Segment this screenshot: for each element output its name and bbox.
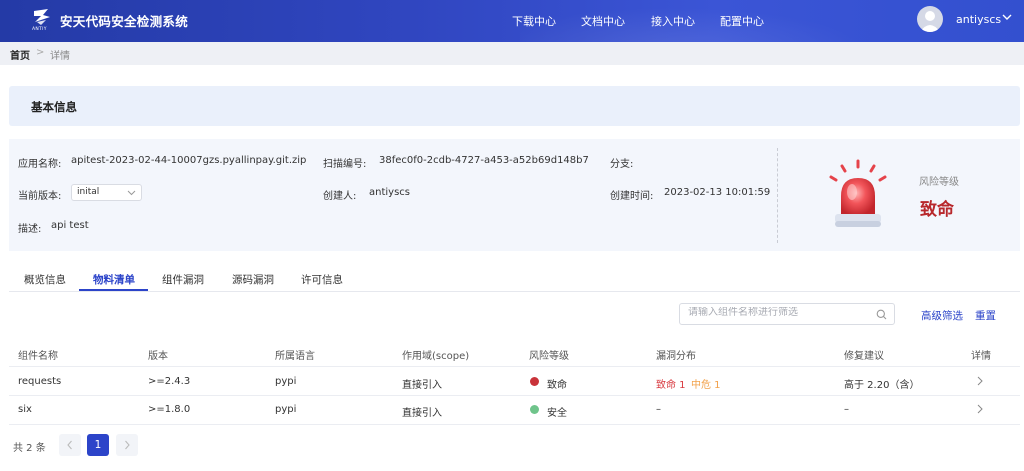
chevron-right-icon[interactable] (976, 404, 984, 414)
app-title: 安天代码安全检测系统 (60, 14, 189, 29)
component-risk: 致命 (547, 380, 567, 391)
desc-value: api test (51, 220, 89, 231)
row-divider (9, 424, 1020, 425)
version-select[interactable]: inital (71, 184, 142, 201)
column-header: 所属语言 (275, 351, 315, 362)
next-page-button[interactable] (116, 434, 138, 456)
breadcrumb-separator: > (36, 47, 45, 58)
component-scope: 直接引入 (402, 408, 442, 419)
version-label: 当前版本: (18, 191, 62, 202)
advanced-filter-button[interactable]: 高级筛选 (921, 308, 963, 323)
column-header: 详情 (971, 351, 991, 362)
breadcrumb-home[interactable]: 首页 (10, 47, 30, 62)
component-version: >=1.8.0 (148, 404, 191, 415)
search-input[interactable] (688, 307, 868, 318)
component-risk: 安全 (547, 408, 567, 419)
reset-button[interactable]: 重置 (975, 308, 996, 323)
nav-config-center[interactable]: 配置中心 (720, 13, 764, 29)
creator-value: antiyscs (369, 187, 411, 198)
column-header: 作用域(scope) (402, 351, 470, 362)
search-icon[interactable] (876, 309, 887, 320)
antiy-logo[interactable]: ANTIY (31, 8, 53, 34)
total-count: 共 2 条 (13, 443, 46, 454)
component-name: requests (18, 376, 62, 387)
branch-label: 分支: (610, 159, 634, 170)
column-header: 风险等级 (529, 351, 569, 362)
breadcrumb (0, 42, 1024, 65)
desc-label: 描述: (18, 224, 42, 235)
vuln-distribution: – (656, 404, 661, 415)
user-avatar-icon[interactable] (917, 6, 943, 32)
logo-caption: ANTIY (32, 27, 47, 32)
divider (777, 148, 778, 243)
fix-suggestion: – (844, 404, 849, 415)
column-header: 漏洞分布 (656, 351, 696, 362)
vuln-medium-count: 中危 1 (691, 380, 721, 391)
creator-label: 创建人: (323, 191, 357, 202)
basic-info-header (9, 86, 1020, 126)
tab-component-vulns[interactable]: 组件漏洞 (162, 272, 204, 287)
created-time-label: 创建时间: (610, 191, 654, 202)
chevron-right-icon[interactable] (976, 376, 984, 386)
chevron-down-icon (127, 190, 136, 196)
component-language: pypi (275, 376, 297, 387)
tab-license[interactable]: 许可信息 (301, 272, 343, 287)
nav-docs-center[interactable]: 文档中心 (581, 13, 625, 29)
component-filter[interactable] (679, 303, 895, 325)
risk-status-dot (530, 405, 539, 414)
prev-page-button[interactable] (59, 434, 81, 456)
component-scope: 直接引入 (402, 380, 442, 391)
version-select-value: inital (77, 187, 100, 197)
component-version: >=2.4.3 (148, 376, 191, 387)
scan-id-value: 38fec0f0-2cdb-4727-a453-a52b69d148b7 (379, 155, 589, 166)
chevron-left-icon (67, 440, 72, 450)
risk-status-dot (530, 377, 539, 386)
component-name: six (18, 404, 32, 415)
chevron-down-icon[interactable] (1001, 11, 1013, 23)
app-name-value: apitest-2023-02-44-10007gzs.pyallinpay.g… (71, 155, 307, 166)
section-title: 基本信息 (31, 100, 77, 114)
alarm-light-icon (826, 158, 890, 232)
user-name[interactable]: antiyscs (956, 13, 1001, 26)
tab-source-vulns[interactable]: 源码漏洞 (232, 272, 274, 287)
scan-id-label: 扫描编号: (323, 159, 367, 170)
component-language: pypi (275, 404, 297, 415)
risk-level-value: 致命 (920, 200, 954, 220)
nav-access-center[interactable]: 接入中心 (651, 13, 695, 29)
nav-download-center[interactable]: 下载中心 (512, 13, 556, 29)
risk-level-label: 风险等级 (919, 177, 959, 188)
column-header: 修复建议 (844, 351, 884, 362)
page-number[interactable]: 1 (87, 434, 109, 456)
tab-overview[interactable]: 概览信息 (24, 272, 66, 287)
app-name-label: 应用名称: (18, 159, 62, 170)
column-header: 组件名称 (18, 351, 58, 362)
created-time-value: 2023-02-13 10:01:59 (664, 187, 771, 198)
chevron-right-icon (125, 440, 130, 450)
vuln-fatal-count: 致命 1 (656, 380, 686, 391)
tab-bom[interactable]: 物料清单 (93, 272, 135, 287)
column-header: 版本 (148, 351, 168, 362)
breadcrumb-current: 详情 (50, 51, 70, 62)
tab-divider (9, 291, 1020, 292)
fix-suggestion: 高于 2.20（含） (844, 380, 920, 391)
